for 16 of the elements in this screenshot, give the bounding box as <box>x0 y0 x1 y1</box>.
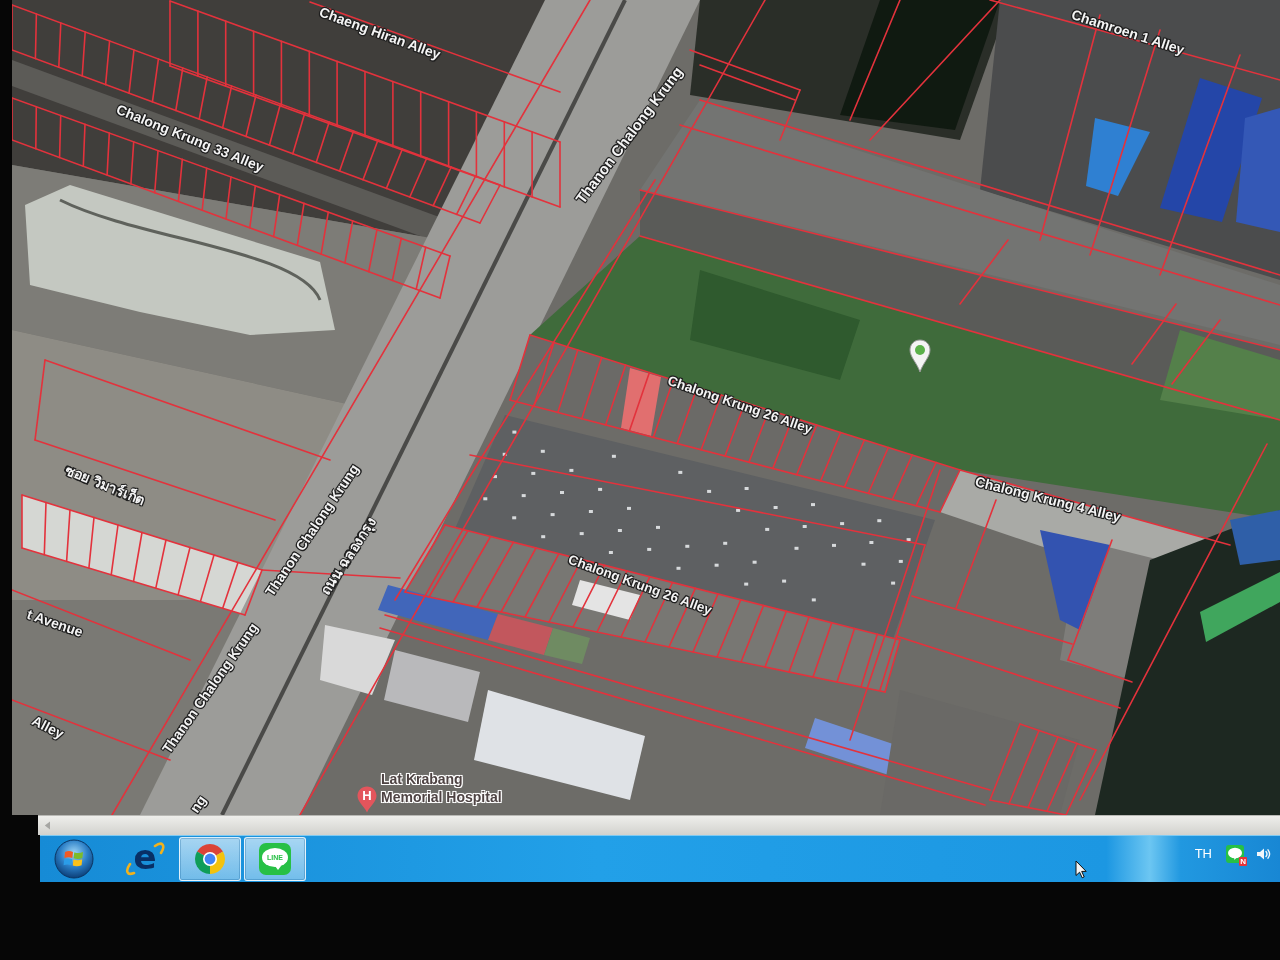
road-label: ng <box>186 792 210 815</box>
hospital-marker[interactable]: H <box>357 786 377 813</box>
map-pin-icon[interactable] <box>909 339 931 373</box>
notification-badge: N <box>1239 857 1247 866</box>
horizontal-scrollbar[interactable] <box>38 815 1280 835</box>
speech-bubble-icon[interactable] <box>1226 845 1244 863</box>
e-logo: e <box>125 840 165 878</box>
speaker-icon[interactable] <box>1256 846 1272 862</box>
place-label[interactable]: Lat Krabang Memorial Hospital <box>381 770 502 806</box>
flag-orb-icon <box>54 839 94 879</box>
language-indicator[interactable]: TH <box>1192 846 1214 862</box>
taskbar-app-button[interactable] <box>179 837 241 881</box>
road-label: Alley <box>29 712 67 742</box>
taskbar-app-button[interactable]: e <box>114 837 176 881</box>
mouse-pointer-icon <box>1075 860 1087 879</box>
tricolor-wheel-icon <box>194 843 226 875</box>
